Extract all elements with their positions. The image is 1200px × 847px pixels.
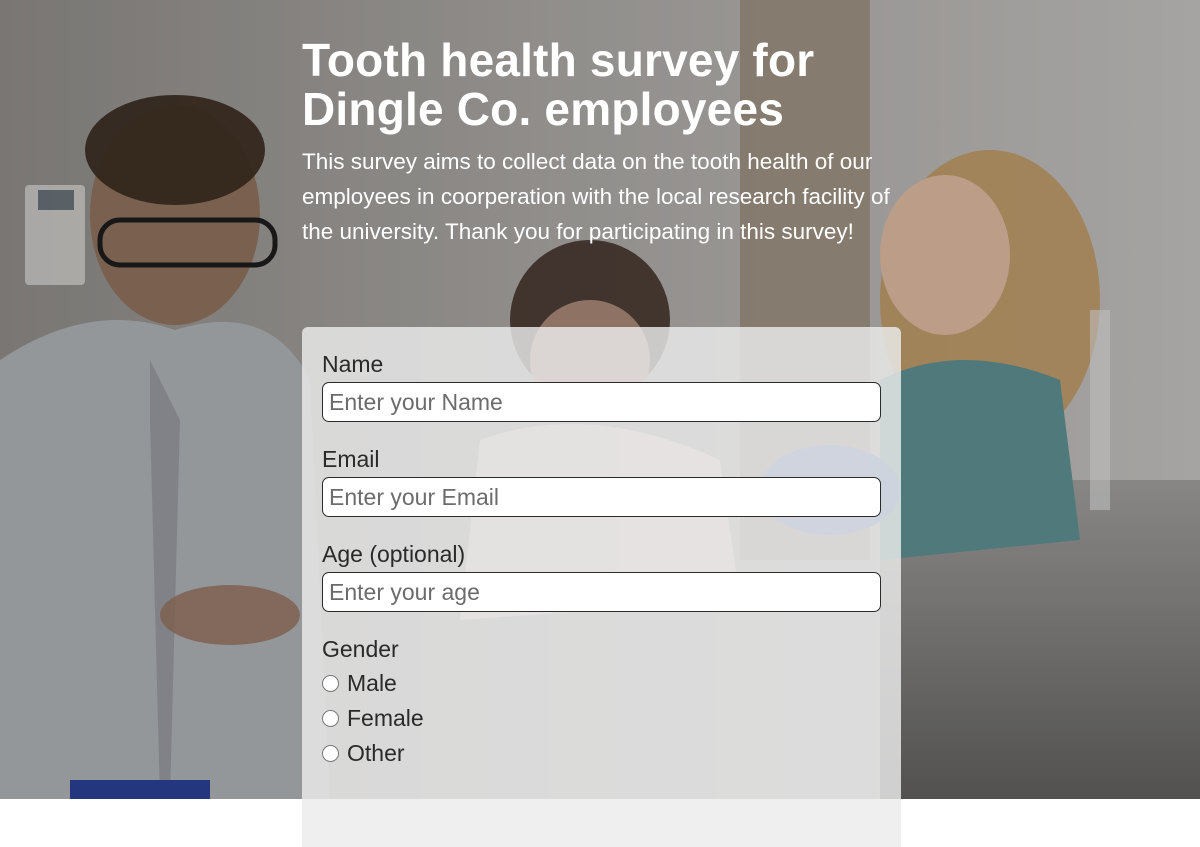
- gender-radio-other[interactable]: [322, 745, 339, 762]
- age-label: Age (optional): [322, 541, 466, 567]
- age-input[interactable]: [322, 572, 881, 612]
- page-title: Tooth health survey for Dingle Co. emplo…: [302, 36, 902, 134]
- survey-container: Tooth health survey for Dingle Co. emplo…: [302, 0, 902, 847]
- gender-options: Male Female Other: [322, 666, 881, 771]
- email-input[interactable]: [322, 477, 881, 517]
- gender-radio-male[interactable]: [322, 675, 339, 692]
- survey-description: This survey aims to collect data on the …: [302, 149, 890, 244]
- gender-option-label: Female: [347, 705, 424, 731]
- age-field-group: Age (optional): [322, 541, 881, 612]
- gender-label: Gender: [322, 636, 399, 662]
- gender-option-other[interactable]: Other: [322, 736, 881, 771]
- gender-option-label: Male: [347, 670, 397, 696]
- gender-option-label: Other: [347, 740, 405, 766]
- gender-option-female[interactable]: Female: [322, 701, 881, 736]
- name-label: Name: [322, 351, 384, 377]
- page-title-line2: Dingle Co. employees: [302, 83, 785, 135]
- survey-form: Name Email Age (optional) Gender Male Fe…: [302, 327, 901, 847]
- gender-radio-female[interactable]: [322, 710, 339, 727]
- page-title-line1: Tooth health survey for: [302, 34, 815, 86]
- name-input[interactable]: [322, 382, 881, 422]
- name-field-group: Name: [322, 351, 881, 422]
- gender-field-group: Gender Male Female Other: [322, 636, 881, 771]
- gender-option-male[interactable]: Male: [322, 666, 881, 701]
- email-field-group: Email: [322, 446, 881, 517]
- email-label: Email: [322, 446, 380, 472]
